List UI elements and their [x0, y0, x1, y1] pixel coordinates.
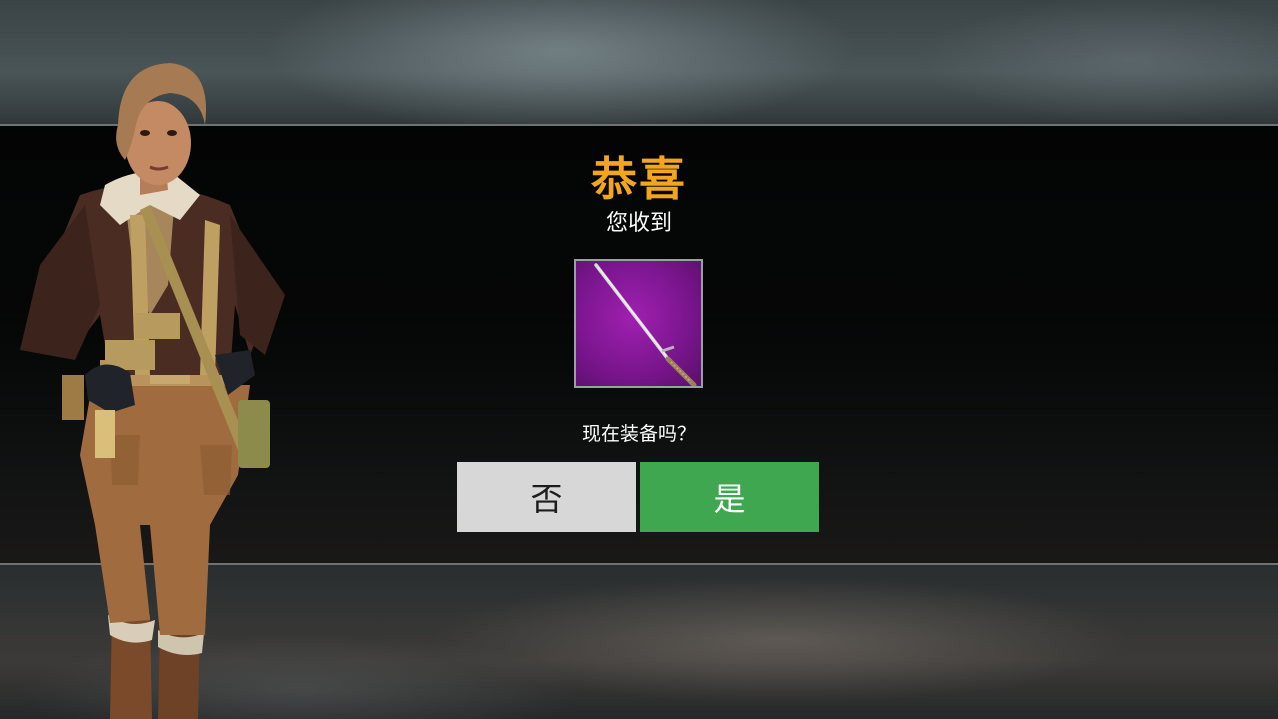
- equip-now-question: 现在装备吗？: [581, 423, 696, 445]
- no-button-label: 否: [530, 480, 563, 518]
- no-button[interactable]: 否: [457, 462, 636, 532]
- yes-button[interactable]: 是: [640, 462, 819, 532]
- reward-item-slot: [574, 259, 703, 388]
- yes-button-label: 是: [713, 480, 746, 518]
- game-screen: 恭喜 您收到 现在装备吗？ 否 是: [0, 0, 1278, 719]
- received-subtitle: 您收到: [605, 211, 672, 236]
- congrats-title: 恭喜: [591, 152, 687, 206]
- sword-icon: [594, 263, 697, 386]
